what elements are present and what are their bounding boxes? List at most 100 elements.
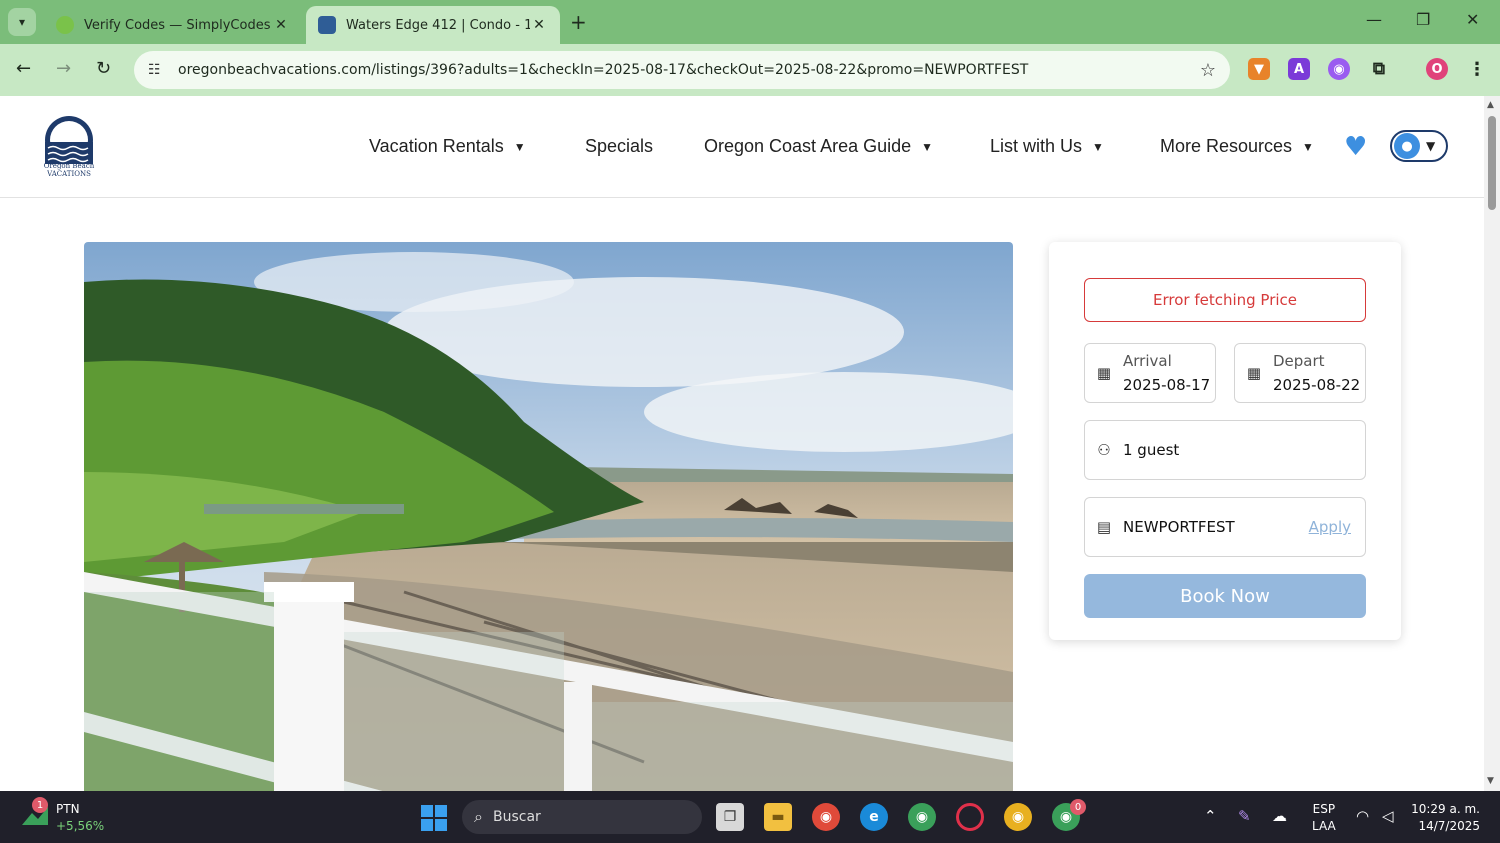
arrival-value: 2025-08-17 bbox=[1123, 376, 1211, 394]
system-clock[interactable]: 10:29 a. m. 14/7/2025 bbox=[1410, 801, 1480, 835]
stock-widget[interactable]: 1 bbox=[20, 797, 50, 833]
tab-title: Verify Codes — SimplyCodes bbox=[84, 17, 271, 33]
bookmark-star-icon[interactable]: ☆ bbox=[1200, 60, 1216, 81]
stock-change: +5,56% bbox=[56, 819, 105, 833]
close-icon[interactable]: ✕ bbox=[530, 17, 548, 33]
chevron-down-icon: ▼ bbox=[1092, 139, 1104, 154]
stock-name: PTN bbox=[56, 802, 80, 816]
ticket-icon: ▤ bbox=[1096, 518, 1112, 536]
tab-strip: ▾ Verify Codes — SimplyCodes ✕ Waters Ed… bbox=[0, 0, 1500, 44]
language-indicator[interactable]: ESP LAA bbox=[1312, 801, 1336, 835]
simplycodes-favicon-icon bbox=[56, 16, 74, 34]
notification-badge: 1 bbox=[32, 797, 48, 813]
nav-list-with-us[interactable]: List with Us ▼ bbox=[990, 136, 1104, 157]
chevron-down-icon: ▼ bbox=[921, 139, 934, 154]
nav-more-resources[interactable]: More Resources ▼ bbox=[1160, 136, 1314, 157]
depart-date-field[interactable]: ▦ Depart 2025-08-22 bbox=[1234, 343, 1366, 403]
chevron-down-icon: ▼ bbox=[513, 139, 526, 154]
taskbar: 1 PTN +5,56% ⌕ Buscar ❐ ▬ ◉ e ◉ ◉ ◉ 0 ⌃ … bbox=[0, 791, 1500, 843]
file-explorer-icon[interactable]: ▬ bbox=[764, 803, 792, 831]
clock-date: 14/7/2025 bbox=[1418, 819, 1480, 833]
scroll-down-icon[interactable]: ▼ bbox=[1487, 776, 1494, 786]
browser-menu-icon[interactable]: ⋮ bbox=[1466, 58, 1488, 80]
depart-text: Depart 2025-08-22 bbox=[1273, 352, 1360, 394]
guests-value: 1 guest bbox=[1123, 441, 1180, 459]
chevron-down-icon: ▾ bbox=[18, 15, 26, 29]
tab-search-menu[interactable]: ▾ bbox=[8, 8, 36, 36]
tab-waters-edge[interactable]: Waters Edge 412 | Condo - 1 Be ✕ bbox=[306, 6, 560, 44]
arrival-text: Arrival 2025-08-17 bbox=[1123, 352, 1210, 394]
nav-label: More Resources bbox=[1160, 136, 1293, 156]
language-code: ESP bbox=[1312, 802, 1336, 816]
promo-code-value[interactable]: NEWPORTFEST bbox=[1123, 518, 1235, 536]
nav-specials[interactable]: Specials bbox=[585, 136, 653, 157]
depart-value: 2025-08-22 bbox=[1273, 376, 1361, 394]
site-settings-icon[interactable]: ☷ bbox=[148, 62, 168, 78]
scroll-up-icon[interactable]: ▲ bbox=[1487, 100, 1494, 110]
web-page: Oregon Beach VACATIONS Vacation Rentals ▼… bbox=[0, 96, 1500, 791]
favorites-heart-icon[interactable]: ♥ bbox=[1344, 132, 1367, 162]
nav-vacation-rentals[interactable]: Vacation Rentals ▼ bbox=[369, 136, 526, 157]
site-favicon-icon bbox=[318, 16, 336, 34]
promo-code-field[interactable]: ▤ NEWPORTFEST Apply bbox=[1084, 497, 1366, 557]
extension-a-icon[interactable]: A bbox=[1288, 58, 1310, 80]
address-bar[interactable]: ☷ oregonbeachvacations.com/listings/396?… bbox=[134, 51, 1230, 89]
profile-avatar[interactable]: O bbox=[1426, 58, 1448, 80]
arrival-label: Arrival bbox=[1123, 352, 1172, 370]
chrome-profile-1-icon[interactable]: ◉ bbox=[812, 803, 840, 831]
logo-text: Oregon Beach VACATIONS bbox=[43, 162, 95, 178]
windows-start-icon[interactable] bbox=[421, 805, 447, 831]
new-tab-icon[interactable]: + bbox=[570, 10, 587, 34]
page-scrollbar[interactable]: ▲ ▼ bbox=[1484, 96, 1500, 791]
tab-title: Waters Edge 412 | Condo - 1 Be bbox=[346, 17, 530, 33]
tab-verify-codes[interactable]: Verify Codes — SimplyCodes ✕ bbox=[44, 6, 302, 44]
calendar-icon: ▦ bbox=[1096, 364, 1112, 382]
chevron-down-icon: ▼ bbox=[1426, 139, 1436, 153]
close-icon[interactable]: ✕ bbox=[272, 17, 290, 33]
user-account-menu[interactable]: ● ▼ bbox=[1390, 130, 1448, 162]
url-text[interactable]: oregonbeachvacations.com/listings/396?ad… bbox=[178, 62, 1200, 78]
guests-field[interactable]: ⚇ 1 guest bbox=[1084, 420, 1366, 480]
metamask-extension-icon[interactable]: ▼ bbox=[1248, 58, 1270, 80]
depart-label: Depart bbox=[1273, 352, 1325, 370]
arrival-date-field[interactable]: ▦ Arrival 2025-08-17 bbox=[1084, 343, 1216, 403]
restore-icon[interactable]: ❐ bbox=[1416, 10, 1430, 29]
opera-icon[interactable] bbox=[956, 803, 984, 831]
price-error-message: Error fetching Price bbox=[1084, 278, 1366, 322]
chrome-profile-2-icon[interactable]: ◉ bbox=[908, 803, 936, 831]
chrome-profile-3-icon[interactable]: ◉ bbox=[1004, 803, 1032, 831]
back-arrow-icon[interactable]: ← bbox=[16, 58, 31, 79]
close-window-icon[interactable]: ✕ bbox=[1466, 10, 1479, 29]
forward-arrow-icon[interactable]: → bbox=[56, 58, 71, 79]
task-view-icon[interactable]: ❐ bbox=[716, 803, 744, 831]
chevron-down-icon: ▼ bbox=[1302, 139, 1314, 154]
book-now-button[interactable]: Book Now bbox=[1084, 574, 1366, 618]
site-header: Oregon Beach VACATIONS Vacation Rentals ▼… bbox=[0, 96, 1484, 198]
reload-icon[interactable]: ↻ bbox=[96, 58, 111, 79]
pen-icon[interactable]: ✎ bbox=[1238, 807, 1251, 825]
clock-time: 10:29 a. m. bbox=[1411, 802, 1480, 816]
stock-text[interactable]: PTN +5,56% bbox=[56, 801, 104, 835]
booking-card: Error fetching Price ▦ Arrival 2025-08-1… bbox=[1049, 242, 1401, 640]
minimize-icon[interactable]: — bbox=[1366, 10, 1382, 29]
search-icon: ⌕ bbox=[474, 807, 483, 826]
apply-promo-button[interactable]: Apply bbox=[1309, 518, 1351, 536]
keyboard-layout: LAA bbox=[1312, 819, 1336, 833]
guests-icon: ⚇ bbox=[1097, 441, 1111, 459]
nav-label: Specials bbox=[585, 136, 654, 156]
extension-purple-icon[interactable]: ◉ bbox=[1328, 58, 1350, 80]
browser-toolbar: ← → ↻ ☷ oregonbeachvacations.com/listing… bbox=[0, 44, 1500, 96]
edge-icon[interactable]: e bbox=[860, 803, 888, 831]
onedrive-icon[interactable]: ☁ bbox=[1272, 807, 1287, 825]
nav-area-guide[interactable]: Oregon Coast Area Guide ▼ bbox=[704, 136, 933, 157]
show-hidden-icons-icon[interactable]: ⌃ bbox=[1204, 807, 1217, 825]
wifi-icon[interactable]: ◠ bbox=[1356, 807, 1369, 825]
chrome-notification-badge: 0 bbox=[1070, 799, 1086, 815]
taskbar-search[interactable]: ⌕ Buscar bbox=[462, 800, 702, 834]
search-label: Buscar bbox=[492, 809, 541, 825]
volume-icon[interactable]: ◁ bbox=[1382, 807, 1394, 825]
extensions-puzzle-icon[interactable]: ⧉ bbox=[1368, 58, 1390, 80]
scrollbar-thumb[interactable] bbox=[1488, 116, 1496, 210]
property-photo[interactable] bbox=[84, 242, 1013, 791]
user-icon: ● bbox=[1394, 133, 1420, 159]
